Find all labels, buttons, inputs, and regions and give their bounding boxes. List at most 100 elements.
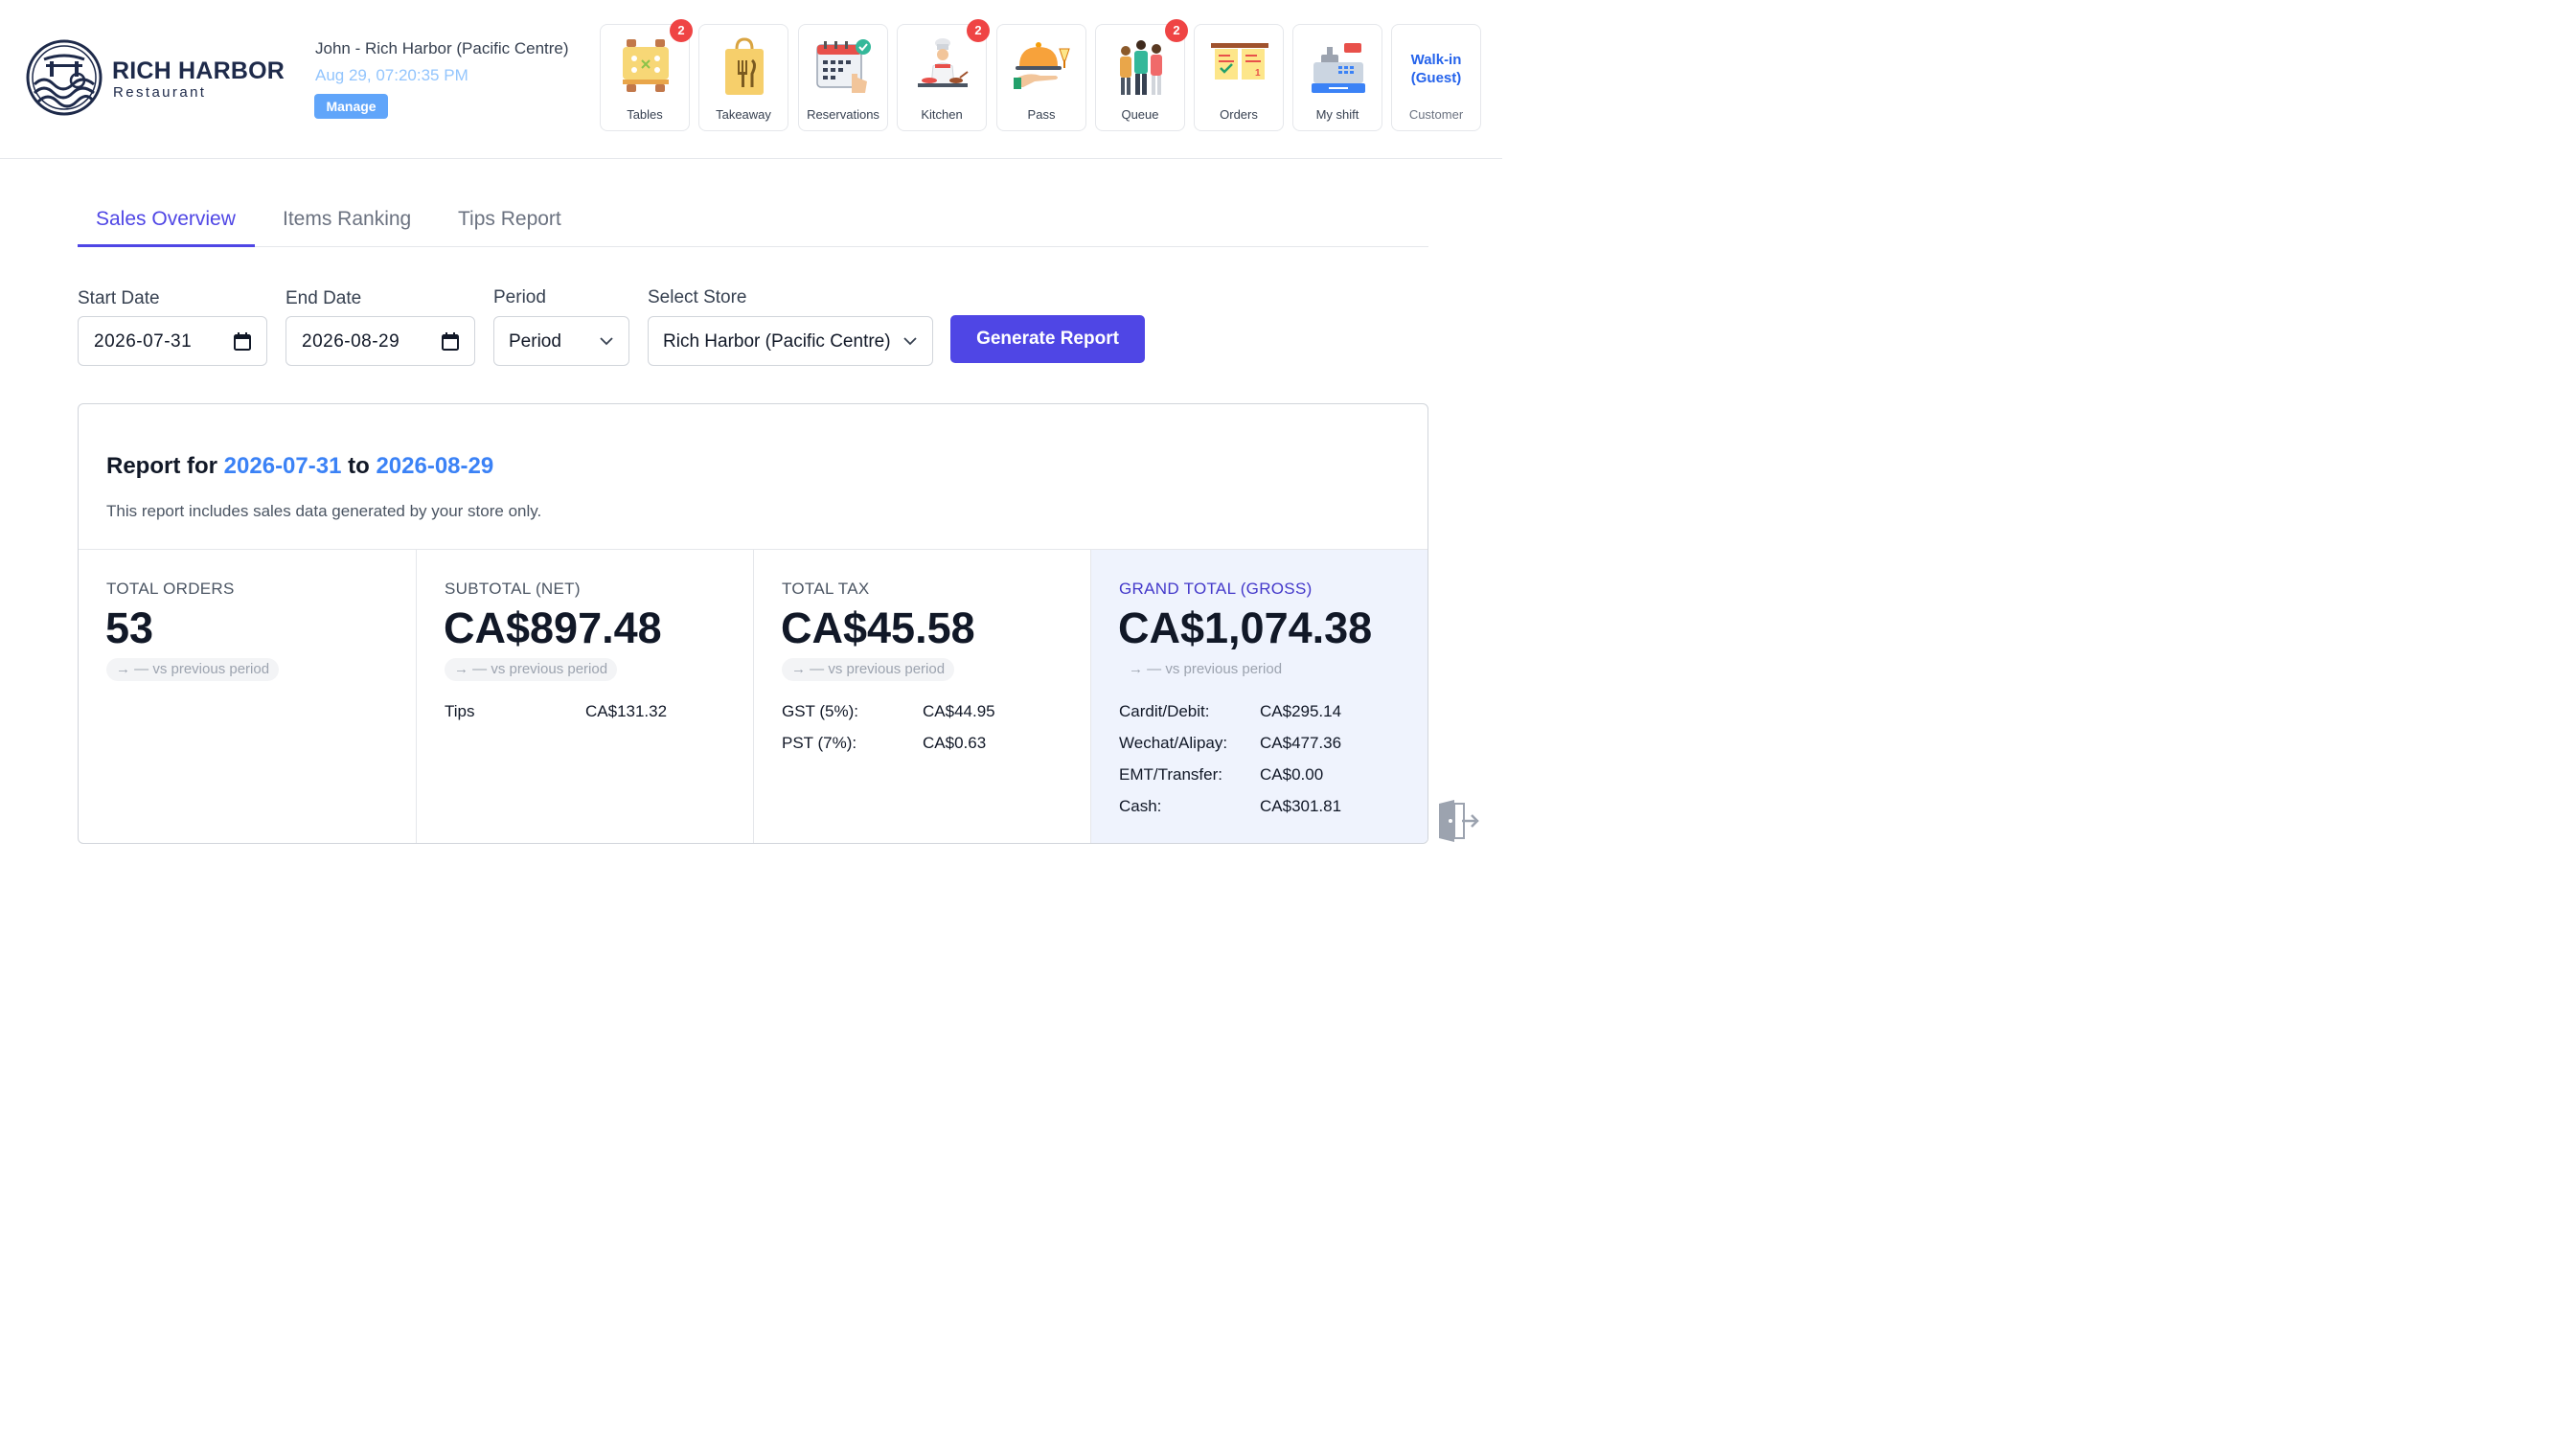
start-date-input[interactable]: 2026-07-31 — [78, 316, 267, 366]
brand-subtitle: Restaurant — [113, 84, 207, 101]
pst-label: PST (7%): — [782, 734, 857, 752]
nav-label-reservations: Reservations — [807, 107, 879, 122]
nav-tile-pass[interactable]: Pass — [996, 24, 1086, 131]
emt-value: CA$0.00 — [1260, 765, 1324, 784]
stats-grid: TOTAL ORDERS 53 → — vs previous period S… — [79, 549, 1427, 843]
takeaway-bag-icon — [725, 37, 764, 95]
card-value: CA$295.14 — [1260, 702, 1342, 720]
tips-row: Tips CA$131.32 — [445, 702, 667, 721]
tips-label: Tips — [445, 702, 475, 720]
nav-label-pass: Pass — [1027, 107, 1056, 122]
comparison-badge: → — vs previous period — [445, 658, 618, 681]
start-date-label: Start Date — [78, 288, 160, 308]
tables-icon — [623, 39, 669, 92]
calendar-check-icon — [816, 39, 871, 93]
nav-tile-queue[interactable]: Queue 2 — [1095, 19, 1188, 131]
nav-label-kitchen: Kitchen — [921, 107, 963, 122]
nav-tile-takeaway[interactable]: Takeaway — [698, 24, 788, 131]
comparison-badge: → — vs previous period — [782, 658, 955, 681]
gst-row: GST (5%): CA$44.95 — [782, 702, 995, 721]
end-date-label: End Date — [285, 288, 362, 308]
queue-count-badge: 2 — [1165, 19, 1188, 42]
nav-tile-reservations[interactable]: Reservations — [798, 24, 888, 131]
people-queue-icon — [1120, 40, 1162, 95]
comparison-badge: → — vs previous period — [1129, 661, 1283, 677]
order-notes-icon: 1 — [1211, 43, 1268, 80]
tab-sales-overview[interactable]: Sales Overview — [96, 208, 236, 231]
end-date-input[interactable]: 2026-08-29 — [285, 316, 475, 366]
tabs-divider — [78, 246, 1428, 247]
stat-total-tax: TOTAL TAX CA$45.58 → — vs previous perio… — [753, 550, 1090, 843]
tables-count-badge: 2 — [670, 19, 693, 42]
generate-report-button[interactable]: Generate Report — [950, 315, 1145, 363]
card-payment-row: Cardit/Debit: CA$295.14 — [1119, 702, 1341, 721]
stat-label: TOTAL ORDERS — [106, 580, 235, 598]
stat-value: CA$45.58 — [781, 603, 975, 652]
cash-payment-row: Cash: CA$301.81 — [1119, 797, 1341, 816]
wechat-value: CA$477.36 — [1260, 734, 1342, 752]
card-label: Cardit/Debit: — [1119, 702, 1210, 720]
stat-label: SUBTOTAL (NET) — [445, 580, 581, 598]
nav-label-takeaway: Takeaway — [716, 107, 771, 122]
cash-label: Cash: — [1119, 797, 1162, 815]
store-select[interactable]: Rich Harbor (Pacific Centre) — [648, 316, 933, 366]
start-date-value: 2026-07-31 — [94, 331, 193, 352]
manage-button[interactable]: Manage — [314, 94, 388, 119]
tab-items-ranking[interactable]: Items Ranking — [283, 208, 411, 231]
current-datetime: Aug 29, 07:20:35 PM — [315, 66, 468, 84]
nav-label-queue: Queue — [1121, 107, 1159, 122]
chef-icon — [918, 38, 969, 87]
serving-cloche-icon — [1014, 42, 1070, 89]
customer-selector[interactable]: Walk-in (Guest) Customer — [1391, 24, 1481, 131]
end-date-value: 2026-08-29 — [302, 331, 400, 352]
pst-row: PST (7%): CA$0.63 — [782, 734, 986, 753]
brand-name: RICH HARBOR — [112, 57, 285, 84]
tips-value: CA$131.32 — [585, 702, 668, 720]
period-label: Period — [493, 287, 546, 307]
nav-label-tables: Tables — [627, 107, 663, 122]
period-select[interactable]: Period — [493, 316, 629, 366]
wechat-label: Wechat/Alipay: — [1119, 734, 1228, 752]
report-title: Report for 2026-07-31 to 2026-08-29 — [106, 453, 493, 480]
store-value: Rich Harbor (Pacific Centre) — [663, 331, 891, 352]
nav-tile-orders[interactable]: 1 Orders — [1194, 24, 1284, 131]
app-header: RICH HARBOR Restaurant John - Rich Harbo… — [0, 0, 1502, 159]
stat-grand-total: GRAND TOTAL (GROSS) CA$1,074.38 → — vs p… — [1090, 550, 1427, 843]
tab-tips-report[interactable]: Tips Report — [458, 208, 561, 231]
cash-register-icon — [1312, 43, 1365, 93]
stat-value: CA$1,074.38 — [1118, 603, 1373, 652]
chevron-down-icon — [600, 337, 613, 346]
report-note: This report includes sales data generate… — [106, 502, 542, 520]
customer-label: Customer — [1408, 107, 1464, 122]
nav-label-orders: Orders — [1220, 107, 1258, 122]
cash-value: CA$301.81 — [1260, 797, 1342, 815]
user-store-line: John - Rich Harbor (Pacific Centre) — [315, 39, 569, 57]
period-value: Period — [509, 331, 561, 352]
store-label: Select Store — [648, 287, 747, 307]
report-title-mid: to — [348, 453, 370, 479]
nav-label-my-shift: My shift — [1315, 107, 1359, 122]
stat-value: 53 — [105, 603, 154, 652]
calendar-icon[interactable] — [442, 332, 459, 351]
svg-text:1: 1 — [1255, 68, 1261, 79]
stat-subtotal: SUBTOTAL (NET) CA$897.48 → — vs previous… — [416, 550, 753, 843]
kitchen-count-badge: 2 — [967, 19, 990, 42]
stat-label: TOTAL TAX — [782, 580, 870, 598]
comparison-badge: → — vs previous period — [106, 658, 280, 681]
chevron-down-icon — [903, 337, 917, 346]
customer-name: Walk-in (Guest) — [1410, 52, 1462, 86]
calendar-icon[interactable] — [234, 332, 251, 351]
logout-icon[interactable] — [1435, 798, 1479, 844]
report-start-date: 2026-07-31 — [223, 453, 342, 479]
stat-total-orders: TOTAL ORDERS 53 → — vs previous period — [79, 550, 416, 843]
nav-tile-my-shift[interactable]: My shift — [1292, 24, 1382, 131]
stat-value: CA$897.48 — [444, 603, 662, 652]
nav-tile-kitchen[interactable]: Kitchen 2 — [897, 19, 990, 131]
rich-harbor-logo — [26, 39, 103, 116]
emt-payment-row: EMT/Transfer: CA$0.00 — [1119, 765, 1323, 785]
gst-label: GST (5%): — [782, 702, 858, 720]
nav-tile-tables[interactable]: Tables 2 — [600, 19, 693, 131]
stat-label: GRAND TOTAL (GROSS) — [1119, 580, 1313, 598]
wechat-payment-row: Wechat/Alipay: CA$477.36 — [1119, 734, 1341, 753]
report-end-date: 2026-08-29 — [376, 453, 494, 479]
